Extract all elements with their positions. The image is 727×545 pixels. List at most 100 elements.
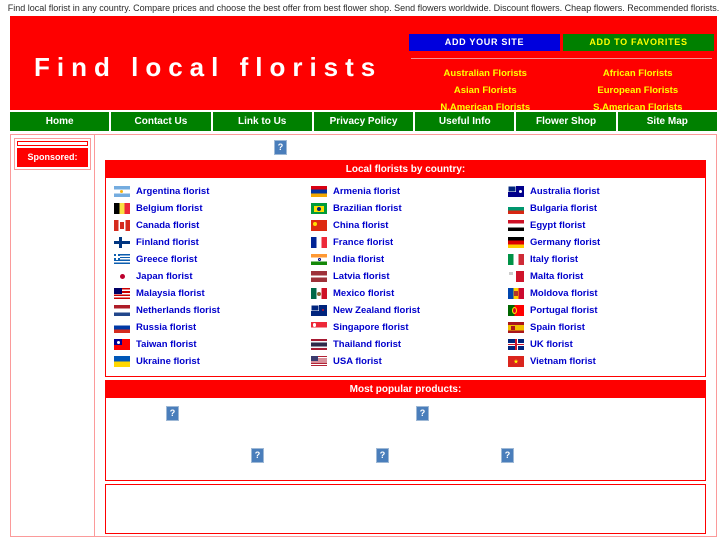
region-link-african[interactable]: African Florists xyxy=(562,65,715,82)
country-link-germany[interactable]: Germany florist xyxy=(508,234,705,251)
country-label: Thailand florist xyxy=(333,339,402,350)
country-link-japan[interactable]: Japan florist xyxy=(114,268,311,285)
country-label: Canada florist xyxy=(136,220,200,231)
broken-image-icon[interactable] xyxy=(274,140,287,156)
country-link-brazil[interactable]: Brazilian florist xyxy=(311,200,508,217)
country-label: Greece florist xyxy=(136,254,198,265)
header-right-panel: ADD YOUR SITE ADD TO FAVORITES Australia… xyxy=(409,16,714,116)
nav-item-privacy-policy[interactable]: Privacy Policy xyxy=(313,112,416,131)
germany-flag-icon xyxy=(508,237,524,248)
country-link-vietnam[interactable]: Vietnam florist xyxy=(508,353,705,370)
sidebar: Sponsored: xyxy=(11,135,95,536)
singapore-flag-icon xyxy=(311,322,327,333)
country-link-thailand[interactable]: Thailand florist xyxy=(311,336,508,353)
country-label: UK florist xyxy=(530,339,573,350)
region-link-samerican[interactable]: S.American Florists xyxy=(562,99,715,116)
country-label: Japan florist xyxy=(136,271,193,282)
canada-flag-icon xyxy=(114,220,130,231)
nav-item-contact-us[interactable]: Contact Us xyxy=(111,112,213,131)
main-content: Local florists by country: Argentina flo… xyxy=(95,135,716,536)
add-to-favorites-button[interactable]: ADD TO FAVORITES xyxy=(563,34,714,51)
country-label: Egypt florist xyxy=(530,220,586,231)
sponsored-box: Sponsored: xyxy=(14,138,91,170)
country-link-argentina[interactable]: Argentina florist xyxy=(114,183,311,200)
vietnam-flag-icon xyxy=(508,356,524,367)
country-link-russia[interactable]: Russia florist xyxy=(114,319,311,336)
region-link-european[interactable]: European Florists xyxy=(562,82,715,99)
products-list xyxy=(106,398,705,480)
country-list: Argentina florist Armenia florist Australi… xyxy=(106,178,705,376)
nav-item-home[interactable]: Home xyxy=(10,112,112,131)
country-link-uk[interactable]: UK florist xyxy=(508,336,705,353)
broken-image-icon[interactable] xyxy=(416,406,429,421)
header-button-row: ADD YOUR SITE ADD TO FAVORITES xyxy=(409,16,714,51)
country-link-newzealand[interactable]: New Zealand florist xyxy=(311,302,508,319)
country-link-usa[interactable]: USA florist xyxy=(311,353,508,370)
country-label: Moldova florist xyxy=(530,288,598,299)
portugal-flag-icon xyxy=(508,305,524,316)
country-link-latvia[interactable]: Latvia florist xyxy=(311,268,508,285)
netherlands-flag-icon xyxy=(114,305,130,316)
country-link-taiwan[interactable]: Taiwan florist xyxy=(114,336,311,353)
country-label: USA florist xyxy=(333,356,382,367)
country-label: Malta florist xyxy=(530,271,584,282)
country-link-singapore[interactable]: Singapore florist xyxy=(311,319,508,336)
country-label: China florist xyxy=(333,220,389,231)
country-link-india[interactable]: India florist xyxy=(311,251,508,268)
page-title: Find local florists xyxy=(34,52,383,82)
add-your-site-button[interactable]: ADD YOUR SITE xyxy=(409,34,560,51)
country-label: Vietnam florist xyxy=(530,356,596,367)
countries-panel-title: Local florists by country: xyxy=(106,161,705,178)
broken-image-icon[interactable] xyxy=(166,406,179,421)
country-link-france[interactable]: France florist xyxy=(311,234,508,251)
region-link-asian[interactable]: Asian Florists xyxy=(409,82,562,99)
country-link-mexico[interactable]: Mexico florist xyxy=(311,285,508,302)
bulgaria-flag-icon xyxy=(508,203,524,214)
country-link-armenia[interactable]: Armenia florist xyxy=(311,183,508,200)
armenia-flag-icon xyxy=(311,186,327,197)
russia-flag-icon xyxy=(114,322,130,333)
country-link-greece[interactable]: Greece florist xyxy=(114,251,311,268)
country-link-egypt[interactable]: Egypt florist xyxy=(508,217,705,234)
egypt-flag-icon xyxy=(508,220,524,231)
country-link-finland[interactable]: Finland florist xyxy=(114,234,311,251)
country-link-italy[interactable]: Italy florist xyxy=(508,251,705,268)
country-link-bulgaria[interactable]: Bulgaria florist xyxy=(508,200,705,217)
region-link-namerican[interactable]: N.American Florists xyxy=(409,99,562,116)
country-link-malaysia[interactable]: Malaysia florist xyxy=(114,285,311,302)
country-label: Spain florist xyxy=(530,322,585,333)
sponsored-box-topbar xyxy=(17,141,88,146)
region-link-australian[interactable]: Australian Florists xyxy=(409,65,562,82)
country-link-netherlands[interactable]: Netherlands florist xyxy=(114,302,311,319)
usa-flag-icon xyxy=(311,356,327,367)
newzealand-flag-icon xyxy=(311,305,327,316)
header-banner: Find local florists ADD YOUR SITE ADD TO… xyxy=(10,16,717,113)
broken-image-icon[interactable] xyxy=(251,448,264,463)
site-tagline: Find local florist in any country. Compa… xyxy=(0,0,727,16)
country-link-canada[interactable]: Canada florist xyxy=(114,217,311,234)
countries-panel: Local florists by country: Argentina flo… xyxy=(105,160,706,377)
broken-image-icon[interactable] xyxy=(501,448,514,463)
broken-image-icon[interactable] xyxy=(376,448,389,463)
country-link-ukraine[interactable]: Ukraine florist xyxy=(114,353,311,370)
country-link-belgium[interactable]: Belgium florist xyxy=(114,200,311,217)
country-link-malta[interactable]: Malta florist xyxy=(508,268,705,285)
country-label: Malaysia florist xyxy=(136,288,205,299)
country-label: Singapore florist xyxy=(333,322,409,333)
mexico-flag-icon xyxy=(311,288,327,299)
country-link-portugal[interactable]: Portugal florist xyxy=(508,302,705,319)
uk-flag-icon xyxy=(508,339,524,350)
country-link-spain[interactable]: Spain florist xyxy=(508,319,705,336)
country-label: Russia florist xyxy=(136,322,197,333)
country-label: Australia florist xyxy=(530,186,600,197)
country-label: Bulgaria florist xyxy=(530,203,598,214)
products-panel: Most popular products: xyxy=(105,380,706,481)
country-link-moldova[interactable]: Moldova florist xyxy=(508,285,705,302)
country-link-china[interactable]: China florist xyxy=(311,217,508,234)
country-link-australia[interactable]: Australia florist xyxy=(508,183,705,200)
nav-item-link-to-us[interactable]: Link to Us xyxy=(212,112,314,131)
belgium-flag-icon xyxy=(114,203,130,214)
ukraine-flag-icon xyxy=(114,356,130,367)
australia-flag-icon xyxy=(508,186,524,197)
country-label: Mexico florist xyxy=(333,288,395,299)
